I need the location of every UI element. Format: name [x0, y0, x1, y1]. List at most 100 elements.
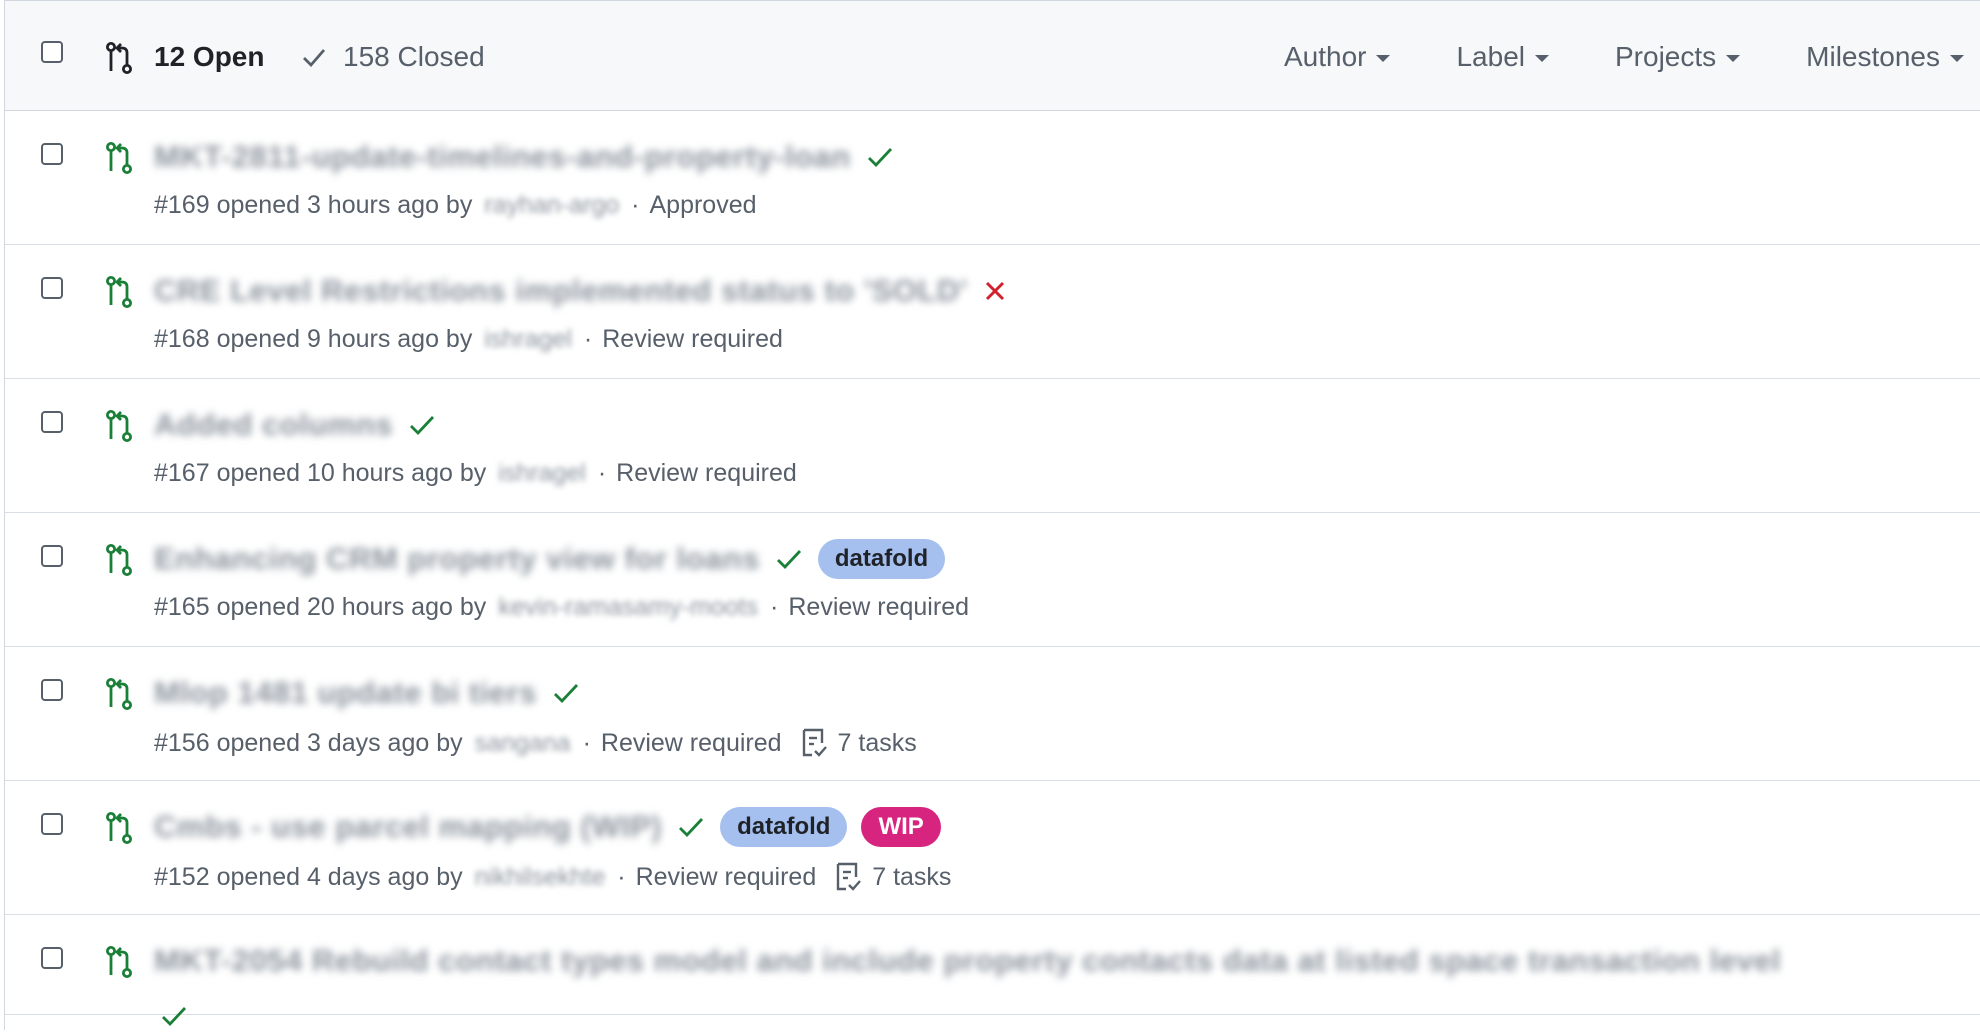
pr-row[interactable]: Added columns #167 opened 10 hours ago b…	[5, 379, 1980, 513]
pull-request-open-icon	[106, 678, 132, 710]
closed-label: 158 Closed	[343, 41, 485, 72]
pr-title-link[interactable]: Cmbs - use parcel mapping (WIP)	[154, 809, 662, 845]
pr-number: #169	[154, 191, 210, 219]
pr-select-checkbox[interactable]	[41, 679, 63, 701]
pull-request-open-icon	[106, 276, 132, 308]
separator-dot: ·	[597, 459, 607, 487]
separator-dot: ·	[631, 191, 640, 219]
ci-status[interactable]	[982, 278, 1008, 304]
pr-number: #156	[154, 728, 210, 757]
pr-select-checkbox[interactable]	[41, 277, 63, 299]
pr-opened-text: opened 20 hours ago by	[216, 593, 487, 621]
select-all-checkbox[interactable]	[41, 41, 63, 63]
check-failed-icon[interactable]	[982, 278, 1008, 304]
pr-select-checkbox[interactable]	[41, 545, 63, 567]
ci-status[interactable]	[676, 814, 706, 840]
pull-request-open-icon	[106, 544, 132, 576]
check-passed-icon[interactable]	[551, 680, 581, 706]
ci-status[interactable]	[865, 144, 895, 170]
separator-dot: ·	[617, 862, 626, 891]
review-status[interactable]: Review required	[601, 729, 782, 758]
milestones-filter[interactable]: Milestones	[1806, 37, 1964, 77]
pr-opened-text: opened 9 hours ago by	[216, 325, 473, 353]
pr-row[interactable]: MKT-2811-update-timelines-and-property-l…	[5, 111, 1980, 245]
pr-title-line: MKT-2054 Rebuild contact types model and…	[154, 937, 1781, 985]
pr-number: #168	[154, 325, 210, 353]
pr-title-line: CRE Level Restrictions implemented statu…	[154, 267, 1008, 315]
milestones-filter-label: Milestones	[1806, 41, 1940, 72]
tasklist-icon	[837, 862, 862, 891]
ci-status[interactable]	[159, 1003, 189, 1034]
pull-request-open-icon	[106, 946, 132, 978]
pr-author-link[interactable]: nikhilsekhte	[475, 863, 606, 892]
pr-opened-text: opened 3 days ago by	[216, 728, 463, 757]
pr-select-checkbox[interactable]	[41, 947, 63, 969]
pr-row[interactable]: Enhancing CRM property view for loans da…	[5, 513, 1980, 647]
label-wip[interactable]: WIP	[861, 807, 941, 847]
task-count: 7 tasks	[872, 862, 952, 891]
review-status[interactable]: Review required	[616, 459, 797, 488]
pr-row[interactable]: CRE Level Restrictions implemented statu…	[5, 245, 1980, 379]
review-status[interactable]: Review required	[636, 863, 817, 892]
pr-opened-text: opened 10 hours ago by	[216, 459, 487, 487]
pr-title-link[interactable]: CRE Level Restrictions implemented statu…	[154, 273, 968, 309]
pr-meta: #156 opened 3 days ago by sangana · Revi…	[154, 727, 917, 759]
separator-dot: ·	[582, 728, 591, 757]
review-status[interactable]: Review required	[602, 325, 783, 354]
label-datafold[interactable]: datafold	[817, 539, 946, 579]
pr-author-link[interactable]: sangana	[475, 729, 571, 758]
ci-status[interactable]	[407, 412, 437, 438]
pr-select-checkbox[interactable]	[41, 813, 63, 835]
check-passed-icon[interactable]	[407, 412, 437, 438]
caret-down-icon	[1726, 55, 1741, 62]
pr-title-link[interactable]: Mlop 1481 update bi tiers	[154, 675, 537, 711]
pr-author-link[interactable]: rayhan-argo	[484, 191, 619, 220]
pr-row[interactable]: Mlop 1481 update bi tiers #156 opened 3 …	[5, 647, 1980, 781]
pr-number: #152	[154, 862, 210, 891]
pull-request-open-icon	[106, 812, 132, 844]
pr-meta: #167 opened 10 hours ago by ishragel · R…	[154, 459, 797, 488]
pr-row[interactable]: MKT-2054 Rebuild contact types model and…	[5, 915, 1980, 1027]
pr-meta: #169 opened 3 hours ago by rayhan-argo ·…	[154, 191, 757, 220]
review-status[interactable]: Review required	[788, 593, 969, 622]
label-datafold[interactable]: datafold	[720, 807, 848, 847]
check-passed-icon[interactable]	[159, 1003, 189, 1029]
label-filter[interactable]: Label	[1456, 37, 1549, 77]
open-filter[interactable]: 12 Open	[154, 37, 264, 77]
pr-title-line: Enhancing CRM property view for loans da…	[154, 535, 946, 583]
check-passed-icon[interactable]	[676, 814, 706, 840]
pr-select-checkbox[interactable]	[41, 143, 63, 165]
pr-rows: MKT-2811-update-timelines-and-property-l…	[5, 111, 1980, 1027]
ci-status[interactable]	[774, 546, 804, 572]
check-passed-icon[interactable]	[774, 546, 804, 572]
pr-row[interactable]: Cmbs - use parcel mapping (WIP) datafold…	[5, 781, 1980, 915]
task-progress: 7 tasks	[834, 861, 951, 893]
author-filter[interactable]: Author	[1284, 37, 1391, 77]
check-passed-icon[interactable]	[865, 144, 895, 170]
projects-filter[interactable]: Projects	[1615, 37, 1741, 77]
pr-title-line: MKT-2811-update-timelines-and-property-l…	[154, 133, 895, 181]
pr-title-link[interactable]: MKT-2811-update-timelines-and-property-l…	[154, 139, 851, 175]
separator-dot: ·	[770, 593, 779, 621]
filter-bar: Author Label Projects Milestones	[1218, 37, 1964, 77]
separator-dot: ·	[583, 325, 593, 353]
pr-title-link[interactable]: MKT-2054 Rebuild contact types model and…	[154, 943, 1781, 979]
tasklist-icon	[802, 728, 827, 757]
pull-request-open-icon	[106, 142, 132, 174]
pr-title-line: Mlop 1481 update bi tiers	[154, 669, 581, 717]
check-icon	[303, 49, 326, 68]
pull-request-icon	[106, 42, 132, 74]
pr-author-link[interactable]: ishragel	[484, 325, 572, 354]
projects-filter-label: Projects	[1615, 41, 1717, 72]
pr-author-link[interactable]: kevin-ramasamy-moots	[498, 593, 758, 622]
closed-filter[interactable]: 158 Closed	[301, 37, 485, 77]
pr-title-link[interactable]: Enhancing CRM property view for loans	[154, 541, 760, 577]
pr-title-link[interactable]: Added columns	[154, 407, 393, 443]
pr-select-checkbox[interactable]	[41, 411, 63, 433]
pr-author-link[interactable]: ishragel	[498, 459, 586, 488]
ci-status[interactable]	[551, 680, 581, 706]
review-status[interactable]: Approved	[649, 191, 756, 220]
task-progress: 7 tasks	[800, 727, 917, 759]
label-filter-label: Label	[1456, 41, 1525, 72]
caret-down-icon	[1535, 55, 1549, 62]
